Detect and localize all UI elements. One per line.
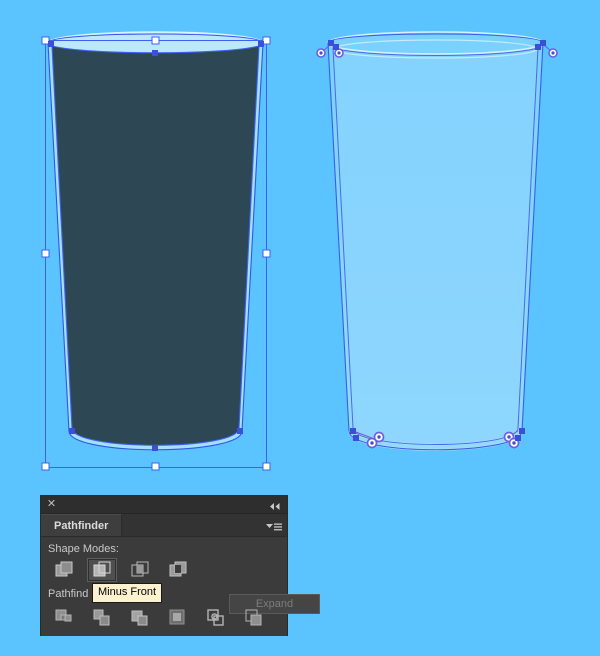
minus-back-icon (245, 609, 262, 626)
left-glass-group[interactable] (41, 31, 271, 471)
pathfinder-divide-button[interactable] (49, 606, 79, 630)
pathfinder-minus-back-button[interactable] (239, 606, 269, 630)
tooltip-minus-front: Minus Front (92, 583, 163, 603)
artboard[interactable]: ✕ Pathfinder Shape Modes: Expand Pathfin… (0, 0, 600, 656)
close-icon[interactable]: ✕ (46, 499, 57, 510)
panel-menu-icon[interactable] (266, 520, 282, 531)
tab-pathfinder[interactable]: Pathfinder (41, 514, 123, 536)
shape-mode-exclude-button[interactable] (163, 558, 193, 582)
minus-front-icon (93, 561, 111, 577)
left-glass-dark-fill[interactable] (52, 46, 259, 446)
pathfinder-crop-button[interactable] (163, 606, 193, 630)
pathfinder-panel[interactable]: ✕ Pathfinder Shape Modes: Expand Pathfin… (41, 496, 320, 636)
panel-body: Shape Modes: Expand Pathfind (41, 537, 320, 636)
shape-mode-unite-button[interactable] (49, 558, 79, 582)
shape-modes-label: Shape Modes: (48, 543, 119, 555)
unite-icon (55, 561, 73, 577)
shape-mode-minus-front-button[interactable] (87, 558, 117, 582)
crop-icon (169, 609, 185, 625)
shape-mode-intersect-button[interactable] (125, 558, 155, 582)
pathfinder-merge-button[interactable] (125, 606, 155, 630)
trim-icon (93, 609, 110, 626)
pathfinder-trim-button[interactable] (87, 606, 117, 630)
double-chevron-left-icon[interactable] (268, 499, 282, 510)
exclude-icon (169, 561, 187, 577)
outline-icon (207, 609, 224, 626)
intersect-icon (131, 561, 149, 577)
merge-icon (131, 610, 148, 626)
pathfinders-label: Pathfind (48, 588, 89, 600)
panel-titlebar: ✕ (41, 496, 287, 514)
divide-icon (55, 609, 72, 622)
right-glass-group[interactable] (316, 31, 558, 451)
panel-tabstrip[interactable]: Pathfinder (41, 514, 287, 537)
right-glass-inner-wall (333, 48, 538, 445)
pathfinder-outline-button[interactable] (201, 606, 231, 630)
